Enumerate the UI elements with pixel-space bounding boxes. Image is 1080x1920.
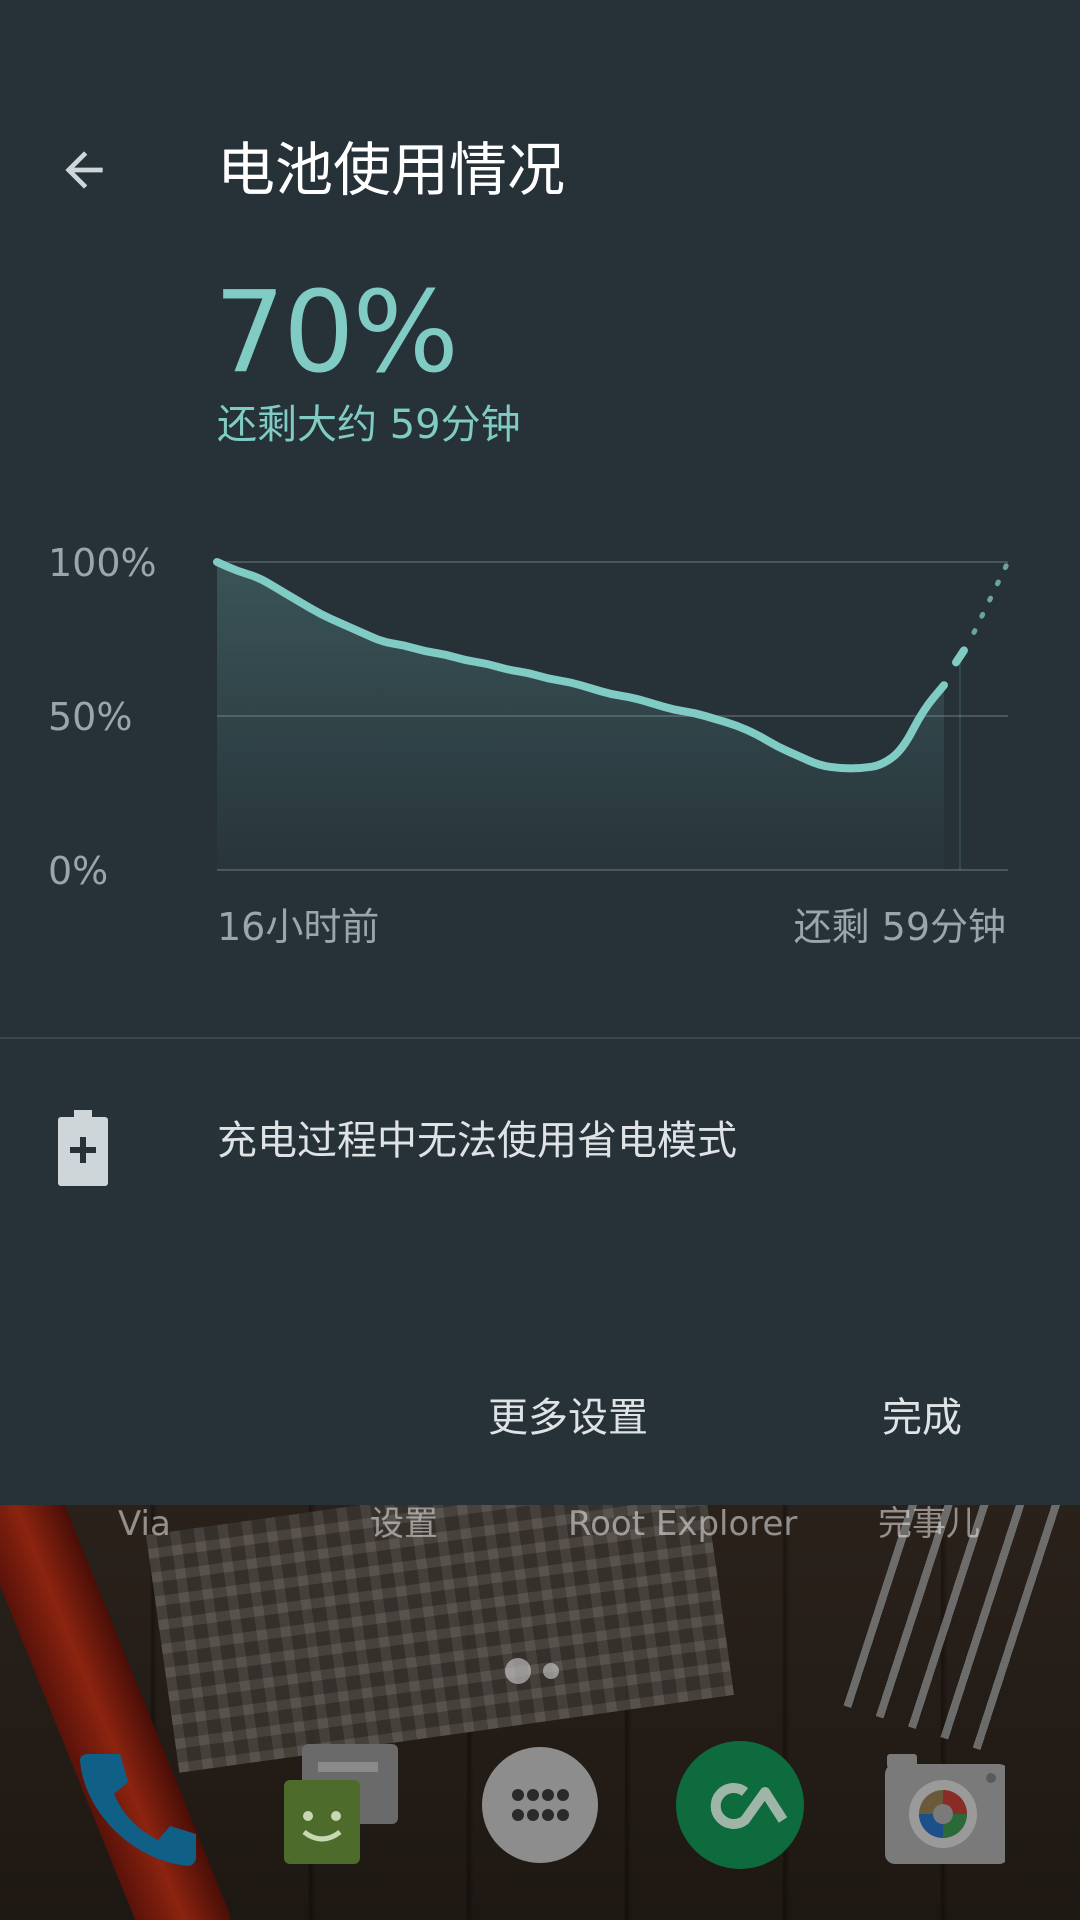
camera-icon[interactable] — [875, 1740, 1005, 1870]
page-dot-active — [505, 1658, 531, 1684]
chart-x-end-label: 还剩 59分钟 — [793, 905, 1006, 949]
app-icon[interactable] — [675, 1740, 805, 1870]
battery-percent: 70% — [214, 268, 459, 398]
page-indicator — [505, 1658, 559, 1684]
app-label-root-explorer[interactable]: Root Explorer — [568, 1500, 797, 1548]
done-button[interactable]: 完成 — [874, 1388, 970, 1448]
app-label-settings[interactable]: 设置 — [370, 1500, 438, 1548]
battery-usage-panel: 电池使用情况 70% 还剩大约 59分钟 100% 50% 0% 16小时前 还剩 … — [0, 0, 1080, 1505]
time-remaining: 还剩大约 59分钟 — [217, 402, 521, 448]
battery-saver-message: 充电过程中无法使用省电模式 — [217, 1118, 737, 1164]
app-drawer-icon[interactable] — [475, 1740, 605, 1870]
chart-x-start-label: 16小时前 — [217, 905, 380, 949]
phone-icon[interactable] — [70, 1740, 200, 1870]
chart-y-tick-label: 100% — [48, 541, 157, 585]
messaging-icon[interactable] — [272, 1740, 402, 1870]
arrow-back-icon — [65, 151, 103, 189]
battery-charging-icon — [58, 1110, 108, 1186]
more-settings-button[interactable]: 更多设置 — [480, 1388, 656, 1448]
battery-chart-svg: 100% 50% 0% — [48, 541, 1011, 893]
chart-y-tick-label: 50% — [48, 695, 132, 739]
app-label-via[interactable]: Via — [118, 1500, 171, 1548]
back-button[interactable] — [44, 130, 124, 210]
page-title: 电池使用情况 — [217, 136, 566, 204]
page-dot — [543, 1663, 559, 1679]
app-label-wanshier[interactable]: 完事儿 — [878, 1500, 980, 1548]
divider — [0, 1037, 1080, 1039]
chart-y-tick-label: 0% — [48, 849, 108, 893]
chart-projection-line — [971, 559, 1011, 635]
